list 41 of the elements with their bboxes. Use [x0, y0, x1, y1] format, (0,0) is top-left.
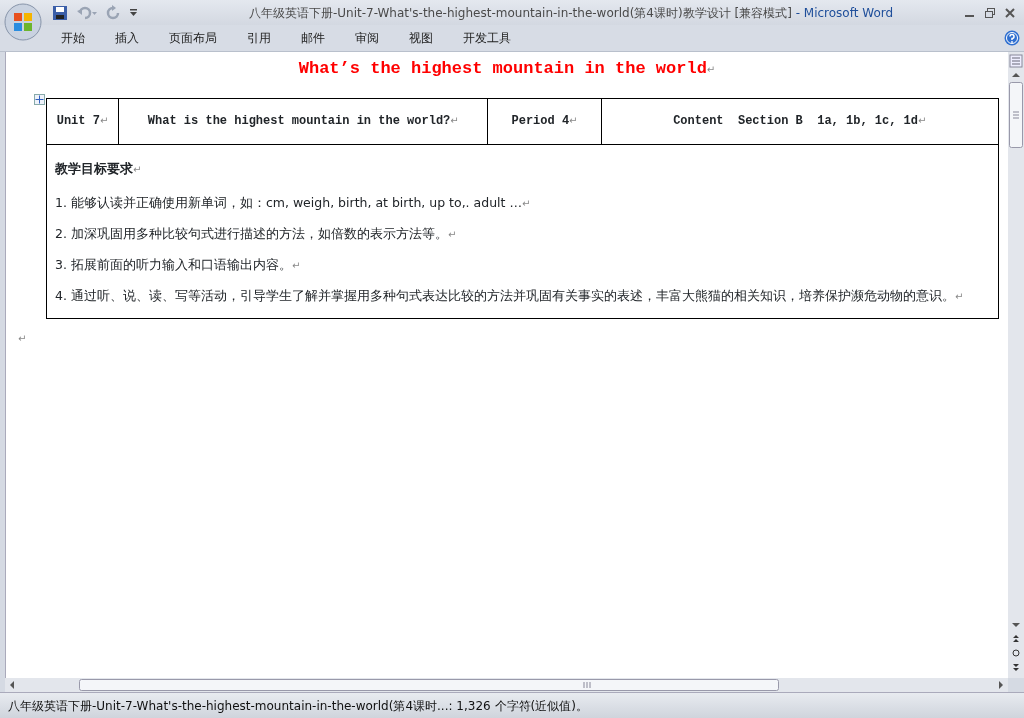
close-icon[interactable] — [1004, 6, 1016, 19]
table-move-handle-icon[interactable] — [34, 94, 45, 105]
paragraph-mark: ↵ — [954, 291, 964, 302]
ribbon-tab[interactable]: 开始 — [48, 27, 98, 49]
objective-text: 1. 能够认读并正确使用新单词，如：cm, weigh, birth, at birth, up to,. adult … — [55, 195, 522, 210]
objectives-title: 教学目标要求 — [55, 160, 133, 176]
ribbon-tab[interactable]: 开发工具 — [450, 27, 524, 49]
save-icon[interactable] — [52, 4, 68, 21]
paragraph-mark: ↵ — [291, 260, 301, 271]
paragraph-mark: ↵ — [447, 229, 457, 240]
help-icon[interactable] — [1004, 30, 1020, 46]
document-heading: What’s the highest mountain in the world — [298, 59, 707, 78]
ribbon-tab[interactable]: 引用 — [234, 27, 284, 49]
select-browse-object-icon[interactable] — [1009, 646, 1023, 660]
ruler-toggle-icon[interactable] — [1009, 54, 1023, 68]
table-cell: Period 4 — [511, 114, 570, 128]
paragraph-mark: ↵ — [18, 333, 27, 344]
paragraph-mark: ↵ — [569, 115, 578, 126]
ribbon-tab[interactable]: 插入 — [102, 27, 152, 49]
table-cell: Unit 7 — [56, 114, 100, 128]
paragraph-mark: ↵ — [99, 115, 109, 126]
scroll-thumb[interactable] — [79, 679, 779, 691]
paragraph-mark: ↵ — [450, 115, 459, 126]
table-cell: What is the highest mountain in the world? — [147, 114, 451, 128]
paragraph-mark: ↵ — [918, 115, 927, 126]
status-text: 八年级英语下册-Unit-7-What's-the-highest-mountain-in-the-world(第4课时...: 1,326 个字符(近似值)。 — [7, 697, 580, 715]
window-title: 八年级英语下册-Unit-7-What's-the-highest-mountain-in-the-world(第4课时)教学设计 [兼容模式] - Microsoft Word — [247, 4, 895, 22]
restore-icon[interactable] — [984, 6, 996, 19]
ribbon-tab[interactable]: 视图 — [396, 27, 446, 49]
paragraph-mark: ↵ — [706, 64, 716, 75]
table-cell: Content Section B 1a, 1b, 1c, 1d — [673, 114, 918, 128]
objective-text: 3. 拓展前面的听力输入和口语输出内容。 — [55, 257, 292, 272]
ribbon-tab[interactable]: 审阅 — [342, 27, 392, 49]
ribbon-tab[interactable]: 页面布局 — [156, 27, 230, 49]
paragraph-mark: ↵ — [133, 163, 142, 175]
objective-text: 2. 加深巩固用多种比较句式进行描述的方法，如倍数的表示方法等。 — [55, 226, 448, 241]
scroll-thumb[interactable] — [1009, 82, 1023, 148]
objective-text: 4. 通过听、说、读、写等活动，引导学生了解并掌握用多种句式表达比较的方法并巩固有关事实的表述，丰富大熊猫的相关知识，培养保护濒危动物的意识。 — [55, 288, 955, 303]
paragraph-mark: ↵ — [521, 198, 531, 209]
customize-dropdown-icon[interactable] — [130, 8, 138, 17]
ribbon-tab[interactable]: 邮件 — [288, 27, 338, 49]
